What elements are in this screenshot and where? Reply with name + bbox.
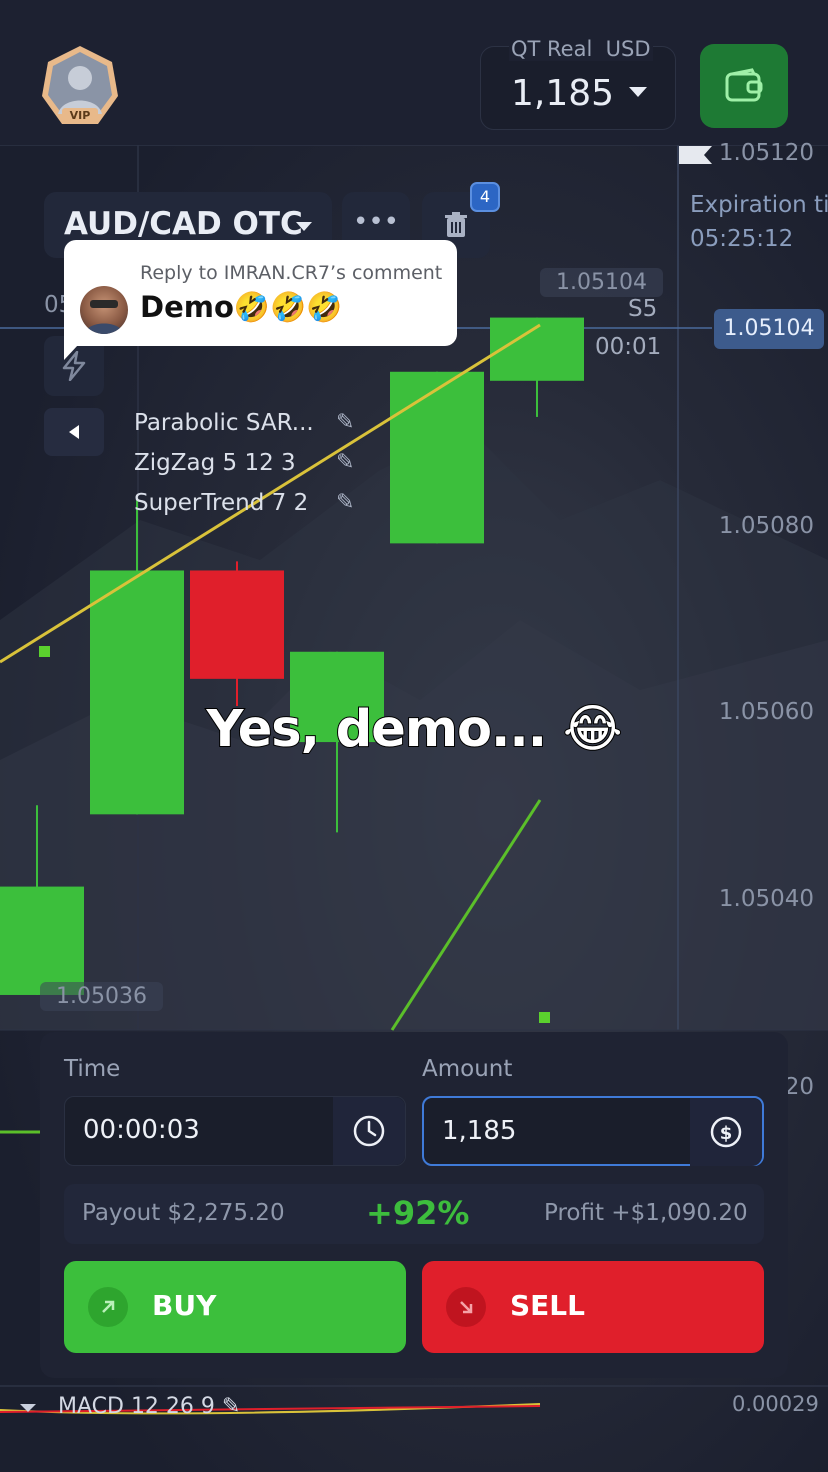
low-line-value: 1.05036 [40, 982, 163, 1011]
buy-button[interactable]: BUY [64, 1261, 406, 1353]
wallet-button[interactable] [700, 44, 788, 128]
clock-icon[interactable] [333, 1097, 405, 1165]
sar-dot [539, 1012, 550, 1023]
arrow-down-right-icon [446, 1287, 486, 1327]
amount-field[interactable]: 1,185 $ [422, 1096, 764, 1166]
trash-icon [445, 212, 467, 237]
account-label: QT Real USD [509, 37, 653, 61]
svg-text:$: $ [720, 1123, 733, 1144]
expiration-info: Expiration ti 05:25:12 [690, 188, 828, 256]
time-field[interactable]: 00:00:03 [64, 1096, 406, 1166]
price-axis-label: 20 [784, 1074, 814, 1100]
edit-pencil-icon[interactable]: ✎ [336, 490, 354, 515]
reply-comment-sticker: Reply to IMRAN.CR7’s comment Demo🤣🤣🤣 [64, 240, 457, 346]
current-price-tag: 1.05104 [714, 309, 824, 349]
indicator-parabolic-sar[interactable]: Parabolic SAR... [134, 410, 314, 436]
price-axis-label: 1.05040 [718, 886, 814, 912]
wallet-icon [725, 68, 763, 102]
account-selector[interactable]: QT Real USD 1,185 [480, 37, 676, 130]
payout-row: Payout $2,275.20 +92% Profit +$1,090.20 [64, 1184, 764, 1244]
commenter-avatar [80, 286, 128, 334]
pair-label: AUD/CAD OTC [64, 206, 303, 242]
candle-body [390, 371, 484, 544]
indicator-supertrend[interactable]: SuperTrend 7 2 [134, 490, 308, 516]
price-axis-label: 1.05080 [718, 513, 814, 539]
trading-screen: VIP QT Real USD 1,185 1.05120 1.05080 1.… [0, 0, 828, 1472]
time-label: Time [64, 1056, 121, 1082]
balance-value: 1,185 [511, 73, 615, 114]
expiration-flag-icon [679, 146, 712, 164]
payout-amount: Payout $2,275.20 [82, 1200, 285, 1226]
edit-pencil-icon[interactable]: ✎ [336, 410, 354, 435]
comment-text: Demo🤣🤣🤣 [140, 290, 343, 324]
sell-label: SELL [510, 1289, 585, 1322]
price-axis-label: 1.05120 [718, 140, 814, 166]
candle-body [190, 570, 284, 679]
candle-body [90, 570, 184, 815]
collapse-indicators-button[interactable] [44, 408, 104, 456]
macd-label[interactable]: MACD 12 26 9 ✎ [58, 1394, 240, 1419]
comment-reply-to: Reply to IMRAN.CR7’s comment [140, 262, 443, 284]
amount-value: 1,185 [442, 1116, 517, 1146]
sar-dot [39, 646, 50, 657]
edit-pencil-icon[interactable]: ✎ [222, 1394, 240, 1419]
timeframe-label: S5 [628, 296, 658, 322]
expiration-time: 05:25:12 [690, 226, 794, 252]
candle-countdown: 00:01 [595, 334, 662, 360]
buy-label: BUY [152, 1289, 217, 1322]
dollar-icon[interactable]: $ [690, 1098, 762, 1166]
candle-body [0, 886, 84, 995]
video-caption: Yes, demo... 😂 [205, 699, 623, 760]
sell-button[interactable]: SELL [422, 1261, 764, 1353]
chevron-left-icon [69, 425, 79, 439]
chevron-down-icon [296, 222, 312, 231]
vip-badge: VIP [62, 108, 98, 124]
profit-amount: Profit +$1,090.20 [544, 1200, 748, 1226]
payout-percent: +92% [366, 1194, 470, 1232]
high-line-value: 1.05104 [540, 268, 663, 297]
edit-pencil-icon[interactable]: ✎ [336, 450, 354, 475]
drawings-count-badge: 4 [470, 182, 500, 212]
time-value: 00:00:03 [83, 1115, 200, 1145]
indicator-zigzag[interactable]: ZigZag 5 12 3 [134, 450, 296, 476]
arrow-up-right-icon [88, 1287, 128, 1327]
expiration-label: Expiration ti [690, 192, 828, 218]
macd-value: 0.00029 [732, 1392, 819, 1416]
amount-label: Amount [422, 1056, 513, 1082]
chevron-down-icon [629, 87, 647, 97]
